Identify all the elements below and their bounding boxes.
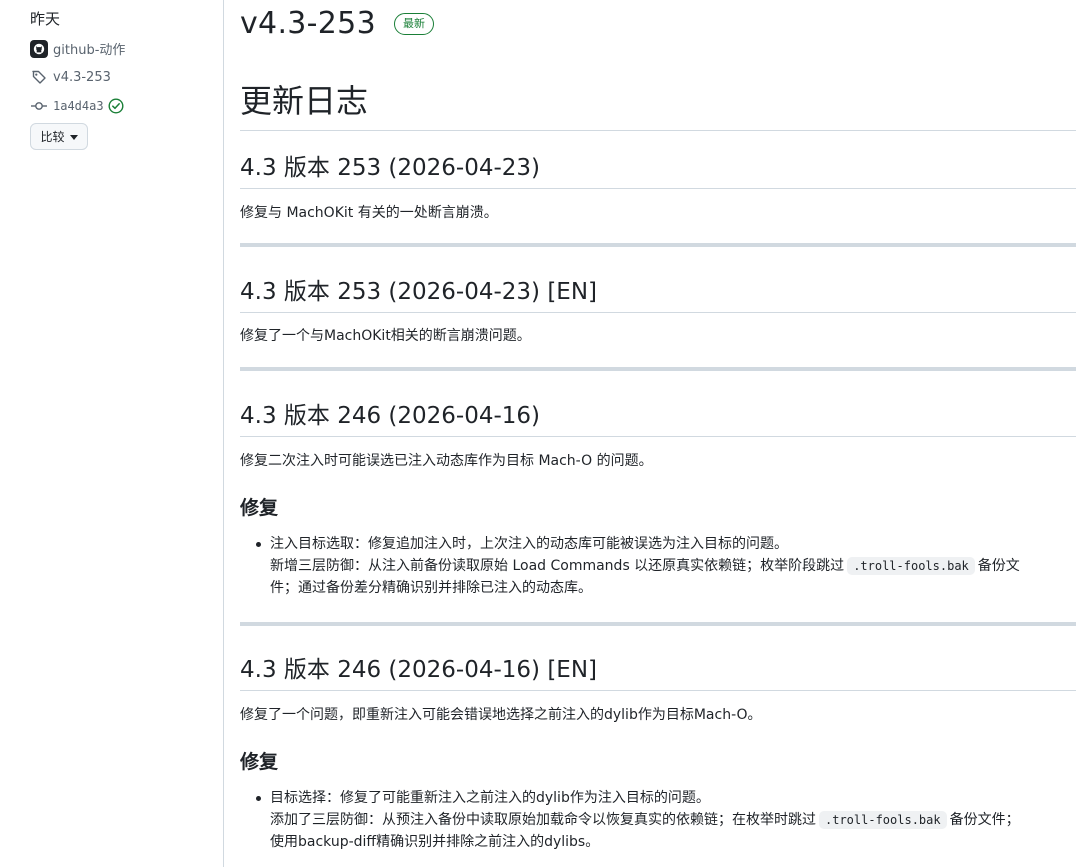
bullet-text: 备份文 [977,558,1020,574]
tag-name: v4.3-253 [53,69,111,85]
caret-down-icon [69,134,78,140]
release-date: 昨天 [30,10,61,28]
bullet-text: 添加了三层防御：从预注入备份中读取原始加载命令以恢复真实的依赖链；在枚举时跳过 [270,812,816,828]
bullet-line: 件；通过备份差分精确识别并排除已注入的动态库。 [270,580,592,596]
commit-link[interactable]: 1a4d4a3 [30,97,124,115]
bullet-text: 新增三层防御：从注入前备份读取原始 Load Commands 以还原真实依赖链… [270,558,845,574]
github-icon [30,39,48,58]
bullet-dot [256,542,261,547]
bullet-line: 添加了三层防御：从预注入备份中读取原始加载命令以恢复真实的依赖链；在枚举时跳过.… [270,809,1066,831]
compare-button[interactable]: 比较 [30,123,88,150]
section-paragraph: 修复了一个问题，即重新注入可能会错误地选择之前注入的dylib作为目标Mach-… [240,707,762,723]
release-header: v4.3-253 最新 [240,6,434,41]
bullet-line: 新增三层防御：从注入前备份读取原始 Load Commands 以还原真实依赖链… [270,555,1066,577]
tag-link[interactable]: v4.3-253 [30,68,111,86]
inline-code: .troll-fools.bak [819,811,947,829]
check-circle-icon[interactable] [108,98,124,114]
list-item: 目标选择：修复了可能重新注入之前注入的dylib作为注入目标的问题。 添加了三层… [256,787,1066,853]
bullet-text: 备份文件； [949,812,1020,828]
author-link[interactable]: github-动作 [30,39,125,58]
changelog-heading: 更新日志 [240,76,1076,131]
fix-subheading: 修复 [240,751,279,773]
section-divider [240,367,1076,371]
release-title[interactable]: v4.3-253 [240,6,376,41]
fix-subheading: 修复 [240,497,279,519]
bullet-line: 使用backup-diff精确识别并排除之前注入的dylibs。 [270,834,600,850]
section-heading: 4.3 版本 246 (2026-04-16) [EN] [240,650,1076,691]
section-divider [240,243,1076,247]
section-heading: 4.3 版本 246 (2026-04-16) [240,396,1076,437]
section-heading: 4.3 版本 253 (2026-04-23) [EN] [240,272,1076,313]
author-name: github-动作 [53,43,126,58]
section-paragraph: 修复二次注入时可能误选已注入动态库作为目标 Mach-O 的问题。 [240,453,653,469]
bullet-dot [256,796,261,801]
commit-icon [30,97,48,115]
section-heading: 4.3 版本 253 (2026-04-23) [240,148,1076,189]
section-paragraph: 修复了一个与MachOKit相关的断言崩溃问题。 [240,328,531,344]
bullet-line: 注入目标选取：修复追加注入时，上次注入的动态库可能被误选为注入目标的问题。 [270,536,788,552]
section-divider [240,622,1076,626]
section-paragraph: 修复与 MachOKit 有关的一处断言崩溃。 [240,205,498,221]
commit-hash: 1a4d4a3 [53,99,104,113]
list-item: 注入目标选取：修复追加注入时，上次注入的动态库可能被误选为注入目标的问题。 新增… [256,533,1066,599]
release-sidebar: 昨天 github-动作 v4.3-253 1a4d4a3 比较 [0,0,224,867]
inline-code: .troll-fools.bak [847,557,975,575]
tag-icon [30,68,48,86]
latest-badge: 最新 [393,12,434,35]
bullet-line: 目标选择：修复了可能重新注入之前注入的dylib作为注入目标的问题。 [270,790,710,806]
compare-label: 比较 [40,130,65,144]
